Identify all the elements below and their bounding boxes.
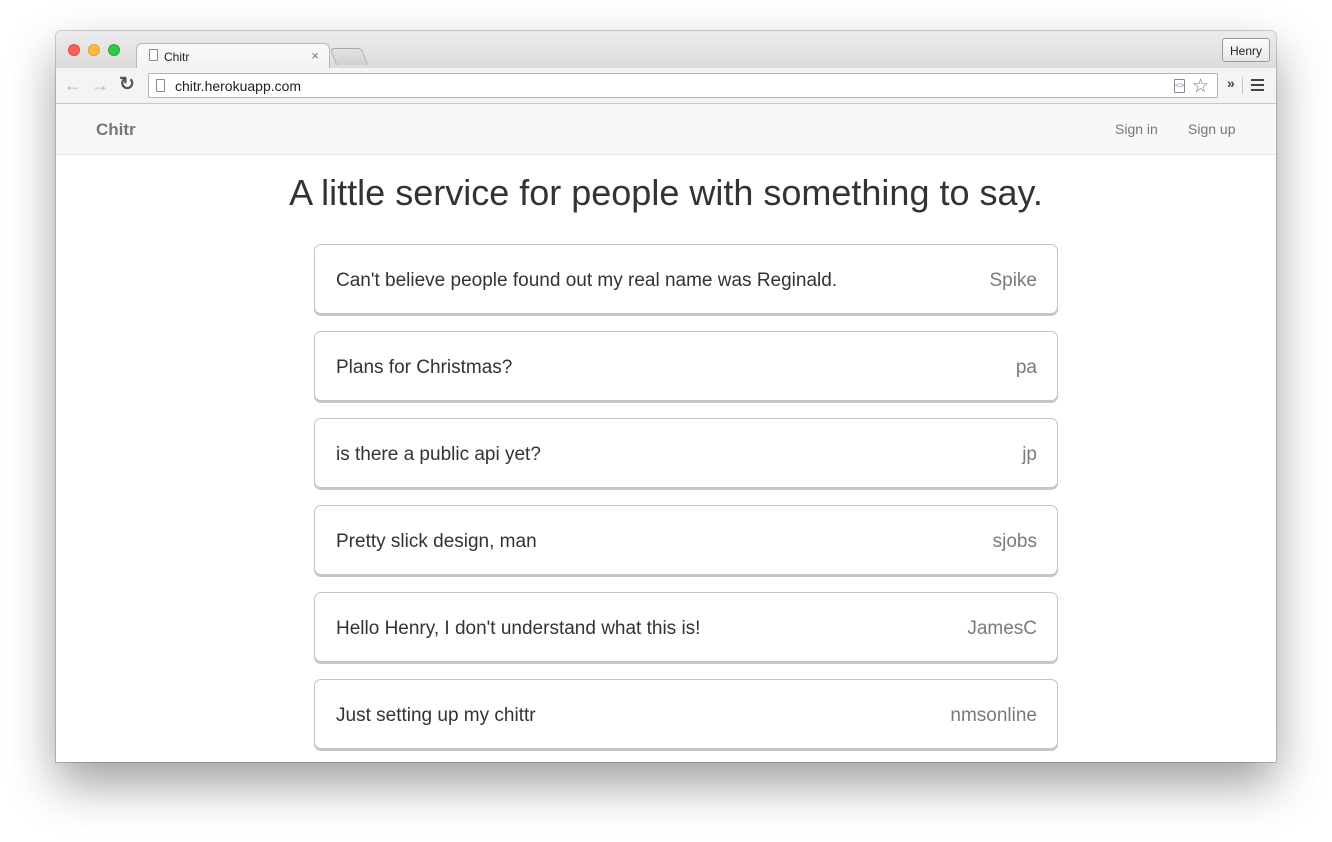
post-feed: Can't believe people found out my real n…	[314, 244, 1058, 762]
post-message: Plans for Christmas?	[336, 357, 513, 378]
post-card: Plans for Christmas? pa	[314, 331, 1058, 401]
profile-button[interactable]: Henry	[1221, 38, 1270, 62]
post-username: sjobs	[992, 531, 1037, 552]
post-card: Pretty slick design, man sjobs	[314, 505, 1058, 575]
post-message: Pretty slick design, man	[336, 531, 537, 552]
page-icon	[149, 49, 158, 61]
toolbar-divider	[1242, 77, 1243, 94]
post-card: is there a public api yet? jp	[314, 418, 1058, 488]
reload-icon[interactable]: ↻	[119, 74, 135, 96]
page-content: Chitr Sign in Sign up A little service f…	[56, 104, 1276, 762]
star-icon[interactable]: ☆	[1192, 75, 1209, 98]
tab-close-icon[interactable]: ×	[311, 48, 319, 63]
page-headline: A little service for people with somethi…	[289, 172, 1043, 213]
post-username: nmsonline	[950, 705, 1037, 726]
minimize-window-button[interactable]	[88, 44, 100, 56]
post-username: JamesC	[967, 618, 1037, 639]
page-icon	[156, 79, 165, 92]
post-username: Spike	[989, 270, 1037, 291]
post-message: Can't believe people found out my real n…	[336, 270, 838, 291]
address-bar[interactable]: chitr.herokuapp.com <> ☆	[148, 73, 1218, 98]
close-window-button[interactable]	[68, 44, 80, 56]
new-tab-button[interactable]	[329, 48, 369, 65]
post-message: is there a public api yet?	[336, 444, 541, 465]
browser-tab[interactable]: Chitr ×	[136, 43, 330, 70]
maximize-window-button[interactable]	[108, 44, 120, 56]
extension-icon[interactable]: <>	[1174, 79, 1185, 93]
sign-up-link[interactable]: Sign up	[1188, 121, 1235, 137]
sign-in-link[interactable]: Sign in	[1115, 121, 1158, 137]
post-message: Just setting up my chittr	[336, 705, 536, 726]
post-card: Hello Henry, I don't understand what thi…	[314, 592, 1058, 662]
post-card: Can't believe people found out my real n…	[314, 244, 1058, 314]
back-arrow-icon[interactable]: ←	[64, 74, 82, 96]
url-text[interactable]: chitr.herokuapp.com	[175, 78, 301, 94]
chevron-overflow-icon[interactable]: »	[1227, 75, 1235, 91]
browser-window: Chitr × Henry ← → ↻ chitr.herokuapp.com …	[56, 31, 1276, 762]
post-username: pa	[1015, 357, 1037, 378]
menu-icon[interactable]	[1251, 79, 1264, 91]
forward-arrow-icon[interactable]: →	[91, 74, 109, 96]
site-navbar: Chitr Sign in Sign up	[56, 104, 1276, 155]
title-bar: Chitr × Henry	[56, 31, 1276, 70]
post-message: Hello Henry, I don't understand what thi…	[336, 618, 701, 639]
brand-logo[interactable]: Chitr	[96, 120, 136, 140]
tab-title: Chitr	[164, 50, 190, 64]
post-card: Just setting up my chittr nmsonline	[314, 679, 1058, 749]
browser-toolbar: ← → ↻ chitr.herokuapp.com <> ☆ »	[56, 68, 1276, 104]
post-username: jp	[1022, 444, 1037, 465]
